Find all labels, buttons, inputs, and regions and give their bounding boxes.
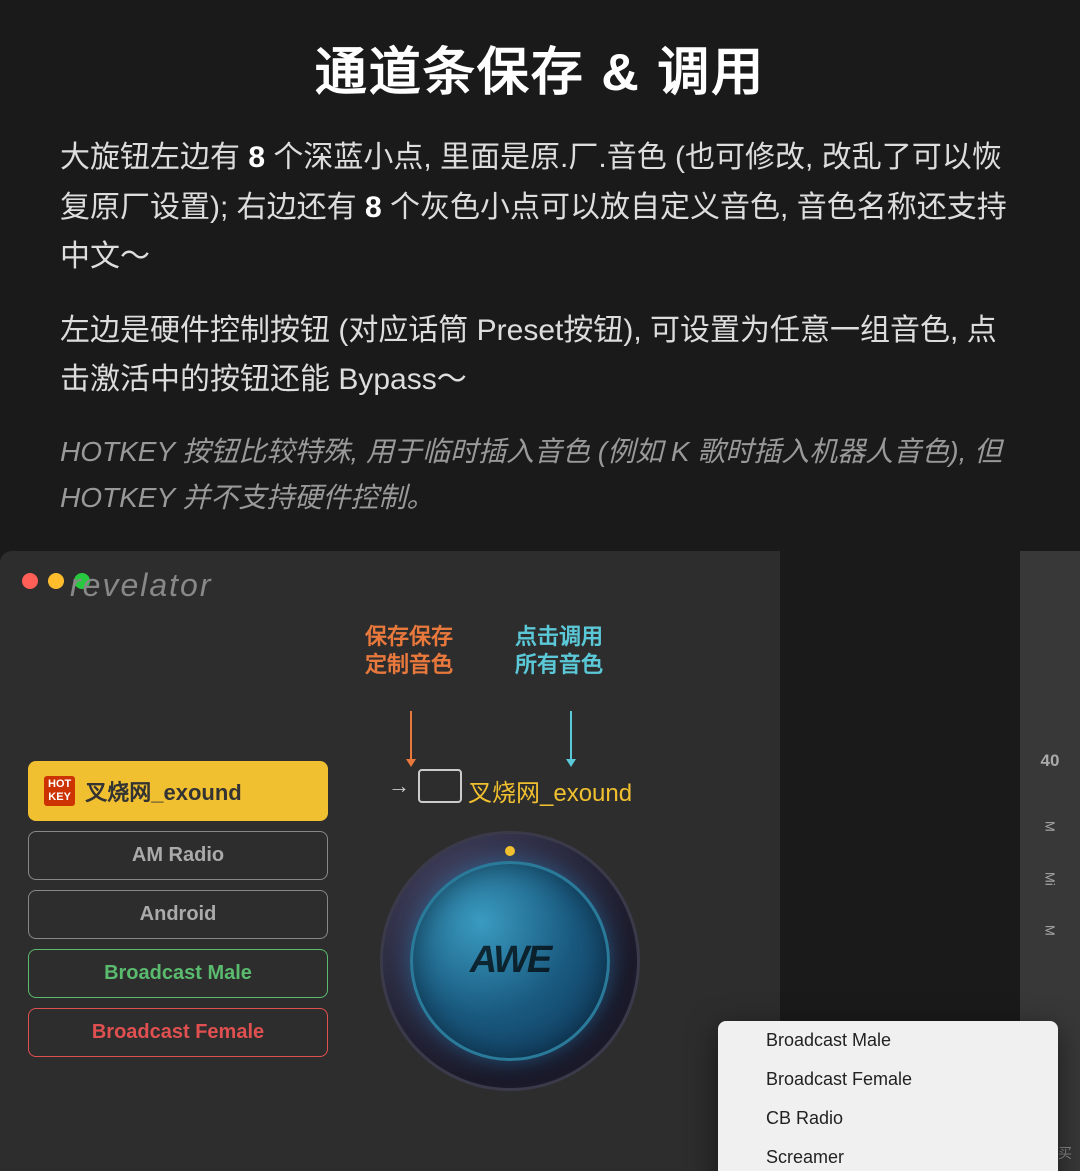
menu-item-label: Broadcast Male bbox=[766, 1030, 891, 1051]
annotation-save: 保存保存定制音色 bbox=[365, 623, 453, 680]
menu-item-screamer[interactable]: Screamer bbox=[718, 1138, 1058, 1171]
top-section: 通道条保存 & 调用 大旋钮左边有 8 个深蓝小点, 里面是原.厂.音色 (也可… bbox=[0, 0, 1080, 551]
knob-logo: AWE bbox=[470, 939, 551, 982]
menu-item-label: Broadcast Female bbox=[766, 1069, 912, 1090]
preset-buttons-panel: HOTKEY 叉烧网_exound AM Radio Android Broad… bbox=[28, 761, 328, 1067]
main-knob[interactable]: AWE bbox=[380, 831, 640, 1091]
center-preset-name: 叉烧网_exound bbox=[468, 773, 632, 808]
save-icon[interactable] bbox=[418, 769, 462, 803]
preset-button-android[interactable]: Android bbox=[28, 890, 328, 939]
right-label-1: M bbox=[1043, 821, 1058, 832]
menu-item-label: CB Radio bbox=[766, 1108, 843, 1129]
app-area: revelator 保存保存定制音色 点击调用所有音色 HOTKEY 叉烧网_e… bbox=[0, 551, 1080, 1171]
preset-button-broadcast-male[interactable]: Broadcast Male bbox=[28, 949, 328, 998]
annotation-load: 点击调用所有音色 bbox=[515, 623, 603, 680]
hotkey-label: HOTKEY bbox=[44, 776, 75, 806]
menu-item-label: Screamer bbox=[766, 1147, 844, 1168]
arrow-right-icon: → bbox=[388, 773, 410, 799]
arrow-load-icon bbox=[570, 711, 572, 761]
menu-item-cb-radio[interactable]: CB Radio bbox=[718, 1099, 1058, 1138]
dropdown-menu: Broadcast Male Broadcast Female CB Radio… bbox=[718, 1021, 1058, 1171]
preset-button-am-radio[interactable]: AM Radio bbox=[28, 831, 328, 880]
menu-item-broadcast-male[interactable]: Broadcast Male bbox=[718, 1021, 1058, 1060]
page-title: 通道条保存 & 调用 bbox=[60, 30, 1020, 105]
hotkey-preset-name: 叉烧网_exound bbox=[85, 775, 241, 807]
hotkey-button[interactable]: HOTKEY 叉烧网_exound bbox=[28, 761, 328, 821]
menu-item-broadcast-female[interactable]: Broadcast Female bbox=[718, 1060, 1058, 1099]
app-title: revelator bbox=[70, 567, 213, 604]
knob-inner-body: AWE bbox=[410, 861, 610, 1061]
preset-button-broadcast-female[interactable]: Broadcast Female bbox=[28, 1008, 328, 1057]
right-label-2: Mi bbox=[1043, 872, 1058, 886]
save-icon-area: → bbox=[388, 769, 462, 803]
close-button[interactable] bbox=[22, 573, 38, 589]
description-2: 左边是硬件控制按钮 (对应话筒 Preset按钮), 可设置为任意一组音色, 点… bbox=[60, 306, 1020, 405]
knob-indicator-dot bbox=[505, 846, 515, 856]
arrow-save-icon bbox=[410, 711, 412, 761]
description-3: HOTKEY 按钮比较特殊, 用于临时插入音色 (例如 K 歌时插入机器人音色)… bbox=[60, 429, 1020, 521]
minimize-button[interactable] bbox=[48, 573, 64, 589]
app-window: revelator 保存保存定制音色 点击调用所有音色 HOTKEY 叉烧网_e… bbox=[0, 551, 780, 1171]
knob-outer-ring: AWE bbox=[380, 831, 640, 1091]
right-label-3: M bbox=[1043, 925, 1058, 936]
right-panel-number: 40 bbox=[1041, 751, 1060, 771]
description-1: 大旋钮左边有 8 个深蓝小点, 里面是原.厂.音色 (也可修改, 改乱了可以恢复… bbox=[60, 133, 1020, 282]
